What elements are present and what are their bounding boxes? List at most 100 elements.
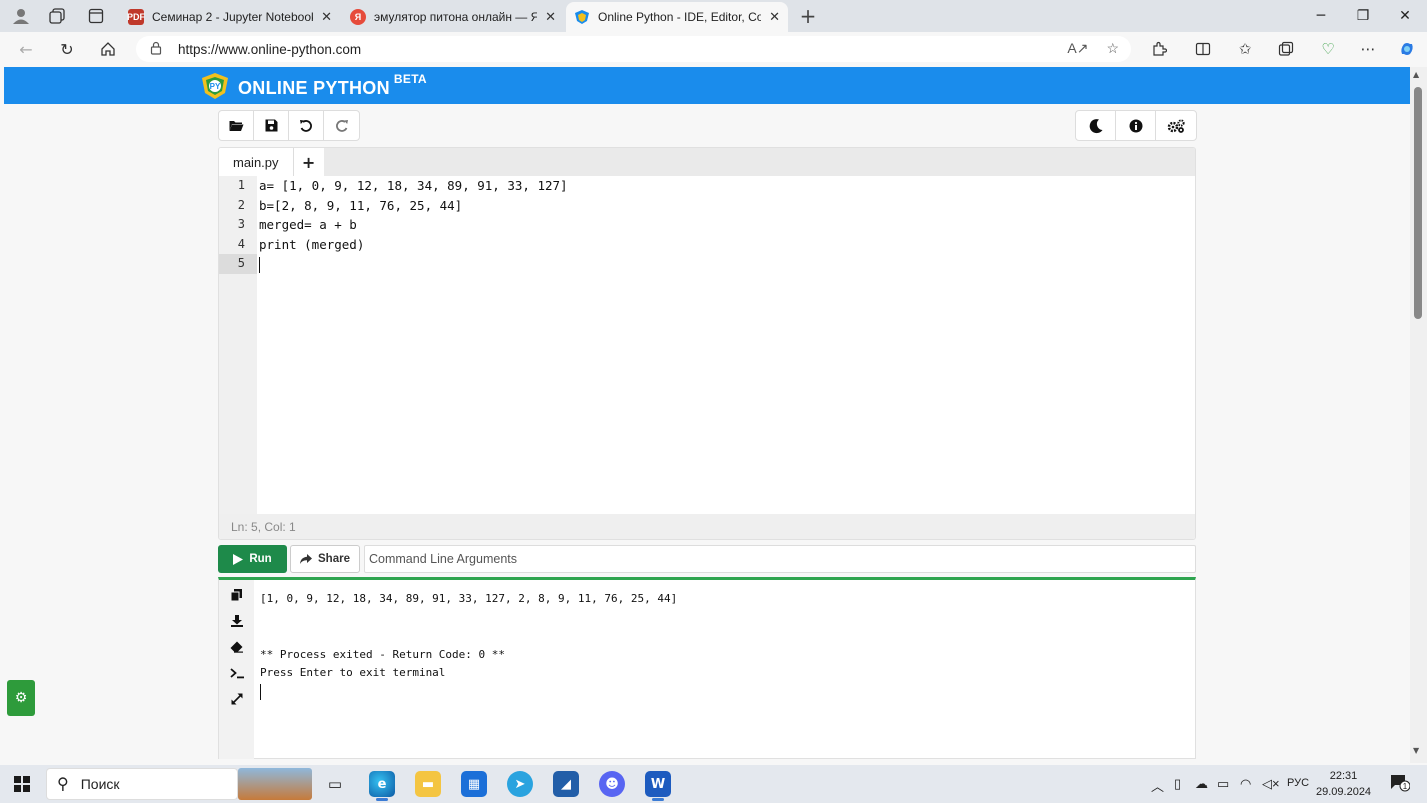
terminal-prompt-icon[interactable] xyxy=(219,660,254,686)
favorites-icon[interactable]: ✩ xyxy=(1233,38,1257,60)
tab-actions-icon[interactable] xyxy=(85,6,107,26)
collections-icon[interactable] xyxy=(1274,38,1298,60)
back-icon[interactable]: ← xyxy=(14,38,38,60)
code-lines[interactable]: a= [1, 0, 9, 12, 18, 34, 89, 91, 33, 127… xyxy=(259,176,568,274)
telegram-icon[interactable]: ➤ xyxy=(507,771,533,797)
read-aloud-icon[interactable]: A↗ xyxy=(1067,40,1088,57)
brand-name: ONLINE PYTHON xyxy=(238,78,390,98)
share-label: Share xyxy=(318,553,350,565)
run-button[interactable]: Run xyxy=(218,545,287,573)
line-number-gutter: 1 2 3 4 5 xyxy=(219,176,257,514)
tab-jupyter-pdf[interactable]: PDF Семинар 2 - Jupyter Notebook.pdf ✕ xyxy=(120,2,340,32)
scrollbar-thumb[interactable] xyxy=(1414,87,1422,319)
profile-icon[interactable] xyxy=(10,6,32,26)
taskbar-search[interactable]: ⚲ Поиск xyxy=(46,768,238,800)
code-line[interactable]: print (merged) xyxy=(259,235,568,255)
edge-browser-icon[interactable]: e xyxy=(369,771,395,801)
eraser-icon[interactable] xyxy=(219,634,254,660)
task-view-icon[interactable]: ▭ xyxy=(322,771,348,797)
discord-icon[interactable]: ☻ xyxy=(599,771,625,797)
minimize-icon[interactable]: ─ xyxy=(1299,4,1343,28)
line-number: 4 xyxy=(237,236,245,251)
restore-icon[interactable]: ❐ xyxy=(1341,4,1385,28)
brand-title[interactable]: ONLINE PYTHON BETA xyxy=(238,72,427,99)
workspaces-icon[interactable] xyxy=(46,6,68,26)
online-python-logo-icon[interactable]: PY xyxy=(200,71,230,101)
onedrive-icon[interactable]: ☁ xyxy=(1195,776,1208,792)
close-icon[interactable]: ✕ xyxy=(545,9,556,25)
open-folder-icon[interactable] xyxy=(219,111,254,140)
windows-start-icon[interactable] xyxy=(14,776,30,792)
url-field[interactable]: https://www.online-python.com A↗ ☆ xyxy=(136,36,1131,62)
new-tab-icon[interactable]: + xyxy=(797,4,819,28)
line-number: 5 xyxy=(219,254,257,274)
close-icon[interactable]: ✕ xyxy=(321,9,332,25)
web-page: PY ONLINE PYTHON BETA main.py + 1 2 3 4 … xyxy=(4,67,1410,763)
search-highlight-image[interactable] xyxy=(238,768,312,800)
copy-icon[interactable] xyxy=(219,582,254,608)
file-tab-main-py[interactable]: main.py xyxy=(219,148,294,176)
tray-overflow-icon[interactable]: ︿ xyxy=(1151,776,1164,795)
scroll-up-icon[interactable]: ▲ xyxy=(1413,70,1419,79)
browser-essentials-icon[interactable]: ♡ xyxy=(1316,38,1340,60)
command-line-arguments-input[interactable] xyxy=(364,545,1196,573)
scroll-down-icon[interactable]: ▼ xyxy=(1413,746,1419,755)
more-icon[interactable]: ⋯ xyxy=(1356,38,1380,60)
browser-tab-strip: PDF Семинар 2 - Jupyter Notebook.pdf ✕ Я… xyxy=(0,0,1427,32)
close-icon[interactable]: ✕ xyxy=(769,9,780,25)
phone-link-icon[interactable]: ▯ xyxy=(1174,776,1181,792)
output-terminal[interactable]: [1, 0, 9, 12, 18, 34, 89, 91, 33, 127, 2… xyxy=(218,577,1196,759)
tab-title: эмулятор питона онлайн — Яндекс xyxy=(374,10,538,24)
clock[interactable]: 22:31 29.09.2024 xyxy=(1316,768,1371,800)
wifi-icon[interactable]: ◠ xyxy=(1240,776,1251,792)
split-screen-icon[interactable] xyxy=(1191,38,1215,60)
floating-settings-gear-icon[interactable]: ⚙ xyxy=(7,680,35,716)
page-scrollbar[interactable]: ▲ ▼ xyxy=(1410,67,1427,763)
redo-icon[interactable] xyxy=(324,111,359,140)
dark-mode-moon-icon[interactable] xyxy=(1076,111,1116,140)
code-line-current[interactable] xyxy=(259,254,568,274)
output-line: ** Process exited - Return Code: 0 ** xyxy=(260,647,506,661)
terminal-output: [1, 0, 9, 12, 18, 34, 89, 91, 33, 127, 2… xyxy=(260,590,677,701)
save-icon[interactable] xyxy=(254,111,289,140)
battery-icon[interactable]: ▭ xyxy=(1217,776,1229,792)
favorite-star-icon[interactable]: ☆ xyxy=(1106,40,1119,57)
notifications-icon[interactable]: 1 xyxy=(1390,774,1411,795)
tab-online-python[interactable]: Online Python - IDE, Editor, Compiler ✕ xyxy=(566,2,788,32)
beta-badge: BETA xyxy=(393,72,427,86)
notification-count: 1 xyxy=(1403,782,1408,791)
code-line[interactable]: a= [1, 0, 9, 12, 18, 34, 89, 91, 33, 127… xyxy=(259,176,568,196)
download-icon[interactable] xyxy=(219,608,254,634)
line-number: 1 xyxy=(237,178,245,192)
file-tab-label: main.py xyxy=(233,154,279,170)
settings-gears-icon[interactable] xyxy=(1156,111,1196,140)
window-close-icon[interactable]: ✕ xyxy=(1383,4,1427,28)
share-button[interactable]: Share xyxy=(290,545,360,573)
add-file-button[interactable]: + xyxy=(293,148,324,176)
search-icon: ⚲ xyxy=(57,776,69,793)
copilot-icon[interactable] xyxy=(1395,38,1419,60)
lock-icon[interactable] xyxy=(150,41,164,58)
address-bar-row: ← ↻ https://www.online-python.com A↗ ☆ ✩… xyxy=(0,32,1427,66)
home-icon[interactable] xyxy=(96,38,120,60)
code-line[interactable]: b=[2, 8, 9, 11, 76, 25, 44] xyxy=(259,196,568,216)
tab-yandex[interactable]: Я эмулятор питона онлайн — Яндекс ✕ xyxy=(342,2,564,32)
code-line[interactable]: merged= a + b xyxy=(259,215,568,235)
pdf-icon: PDF xyxy=(127,9,145,25)
text-cursor xyxy=(259,256,260,273)
settings-toolbar xyxy=(1075,110,1197,141)
output-cursor-line xyxy=(260,683,677,702)
undo-icon[interactable] xyxy=(289,111,324,140)
extensions-icon[interactable] xyxy=(1147,38,1171,60)
windows-taskbar: ⚲ Поиск ▭ e ▬ ▦ ➤ ◢ ☻ W ︿ ▯ ☁ ▭ ◠ ◁× РУС… xyxy=(0,765,1427,803)
microsoft-store-icon[interactable]: ▦ xyxy=(461,771,487,797)
file-explorer-icon[interactable]: ▬ xyxy=(415,771,441,797)
input-language[interactable]: РУС xyxy=(1287,777,1309,789)
word-icon[interactable]: W xyxy=(645,771,671,801)
info-icon[interactable] xyxy=(1116,111,1156,140)
expand-icon[interactable] xyxy=(219,686,254,712)
code-area[interactable]: 1 2 3 4 5 a= [1, 0, 9, 12, 18, 34, 89, 9… xyxy=(219,176,1195,514)
volume-icon[interactable]: ◁× xyxy=(1262,776,1280,792)
snipping-tool-icon[interactable]: ◢ xyxy=(553,771,579,797)
refresh-icon[interactable]: ↻ xyxy=(55,38,79,60)
